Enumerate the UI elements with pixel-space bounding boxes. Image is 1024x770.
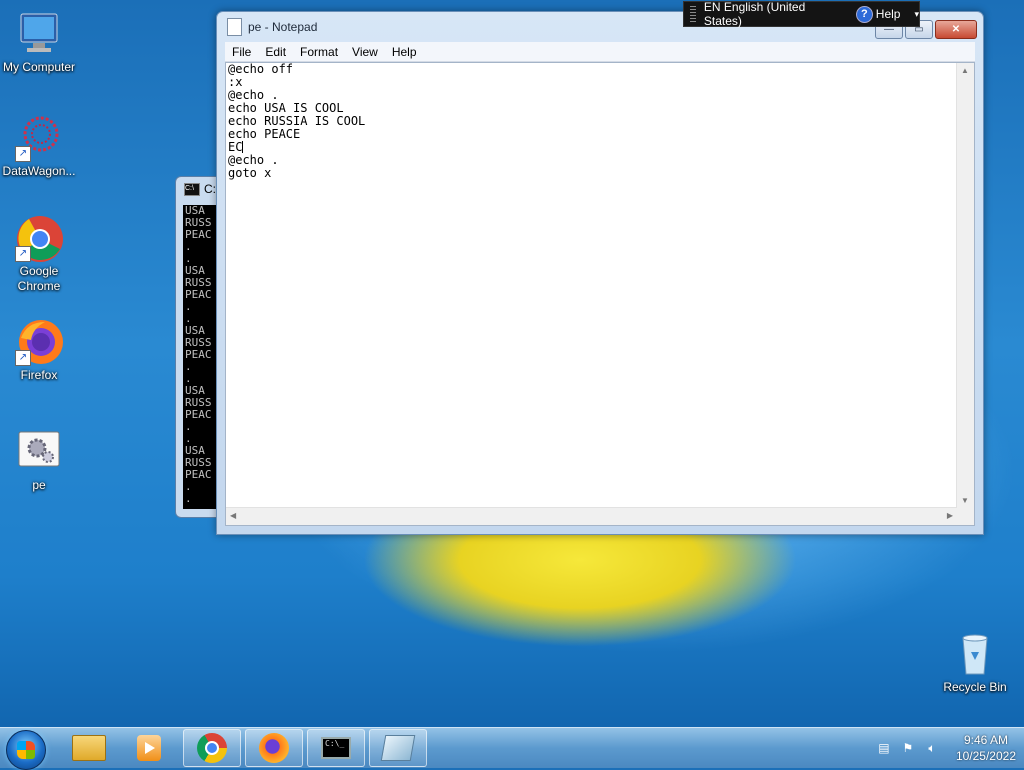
recycle-bin-icon <box>951 630 999 678</box>
taskbar: C:\_ ▤ ⚑ 🔈︎ 9:46 AM 10/25/2022 <box>0 727 1024 770</box>
chrome-icon: ↗ <box>15 214 63 262</box>
desktop-icon-firefox[interactable]: ↗ Firefox <box>0 318 78 383</box>
notepad-icon <box>380 735 416 761</box>
firefox-icon <box>259 733 289 763</box>
clock-date: 10/25/2022 <box>955 749 1016 763</box>
taskbar-windows-explorer[interactable] <box>60 729 118 767</box>
notepad-window[interactable]: pe - Notepad — ▭ ✕ File Edit Format View… <box>216 11 984 535</box>
windows-explorer-icon <box>72 735 106 761</box>
clock[interactable]: 9:46 AM 10/25/2022 <box>956 732 1016 764</box>
desktop-icon-label: Google Chrome <box>17 264 61 293</box>
taskbar-media-player[interactable] <box>120 729 178 767</box>
language-selector[interactable]: EN English (United States) <box>704 0 844 28</box>
system-tray: ▤ ⚑ 🔈︎ 9:46 AM 10/25/2022 <box>872 728 1016 768</box>
taskbar-cmd[interactable]: C:\_ <box>307 729 365 767</box>
scroll-down-icon[interactable]: ▼ <box>961 496 969 505</box>
notepad-icon <box>227 18 242 36</box>
help-icon[interactable]: ? <box>856 5 873 23</box>
desktop-icon-datawagon[interactable]: ↗ DataWagon... <box>0 114 78 179</box>
text-caret <box>242 141 244 153</box>
help-label[interactable]: Help <box>876 7 901 21</box>
desktop-icon-label: pe <box>32 478 46 492</box>
options-chevron-icon[interactable]: ▾ <box>914 9 919 20</box>
scroll-left-icon[interactable]: ◀ <box>230 511 236 520</box>
cmd-icon: C:\_ <box>321 737 351 759</box>
desktop-icon-label: DataWagon... <box>2 164 76 178</box>
menu-bar: File Edit Format View Help <box>225 42 975 62</box>
cmd-title: C: <box>204 182 216 196</box>
desktop-icon-my-computer[interactable]: My Computer <box>0 10 78 75</box>
language-bar: EN English (United States) ? Help ▾ <box>683 0 920 28</box>
desktop-icon-recycle-bin[interactable]: Recycle Bin <box>936 630 1014 695</box>
datawagon-icon: ↗ <box>15 114 63 162</box>
window-title: pe - Notepad <box>248 20 318 34</box>
batch-file-icon <box>15 428 63 476</box>
computer-icon <box>15 10 63 58</box>
clock-time: 9:46 AM <box>963 733 1008 747</box>
media-player-icon <box>137 735 161 761</box>
menu-file[interactable]: File <box>225 45 258 59</box>
volume-icon[interactable]: 🔈︎ <box>925 741 939 755</box>
menu-edit[interactable]: Edit <box>258 45 293 59</box>
taskbar-chrome[interactable] <box>183 729 241 767</box>
shortcut-arrow-icon: ↗ <box>15 246 31 262</box>
close-button[interactable]: ✕ <box>935 20 977 39</box>
desktop-icon-google-chrome[interactable]: ↗ Google Chrome <box>0 214 78 294</box>
horizontal-scrollbar[interactable]: ◀ ▶ <box>226 507 957 525</box>
desktop-icon-label: Firefox <box>20 368 58 382</box>
scroll-up-icon[interactable]: ▲ <box>961 66 969 75</box>
scroll-right-icon[interactable]: ▶ <box>947 511 953 520</box>
taskbar-firefox[interactable] <box>245 729 303 767</box>
desktop-icon-label: My Computer <box>2 60 76 74</box>
text-editor[interactable]: @echo off :x @echo . echo USA IS COOL ec… <box>225 62 975 526</box>
action-center-flag-icon[interactable]: ⚑ <box>901 741 915 755</box>
start-button[interactable] <box>6 730 46 770</box>
editor-text-after-caret: @echo . goto x <box>228 153 279 180</box>
desktop-icon-label: Recycle Bin <box>943 680 1007 694</box>
menu-help[interactable]: Help <box>385 45 424 59</box>
size-grip[interactable] <box>957 508 974 525</box>
chrome-icon <box>197 733 227 763</box>
editor-text-before-caret: @echo off :x @echo . echo USA IS COOL ec… <box>228 62 366 154</box>
cmd-icon: C:\ <box>184 182 200 196</box>
windows-logo-icon <box>17 741 35 759</box>
network-icon[interactable]: ▤ <box>877 741 891 755</box>
shortcut-arrow-icon: ↗ <box>15 146 31 162</box>
shortcut-arrow-icon: ↗ <box>15 350 31 366</box>
menu-view[interactable]: View <box>345 45 385 59</box>
vertical-scrollbar[interactable]: ▲ ▼ <box>956 63 974 508</box>
editor-content[interactable]: @echo off :x @echo . echo USA IS COOL ec… <box>228 63 956 507</box>
desktop-icon-pe[interactable]: pe <box>0 428 78 493</box>
firefox-icon: ↗ <box>15 318 63 366</box>
menu-format[interactable]: Format <box>293 45 345 59</box>
taskbar-notepad[interactable] <box>369 729 427 767</box>
drag-handle-icon[interactable] <box>690 6 696 22</box>
